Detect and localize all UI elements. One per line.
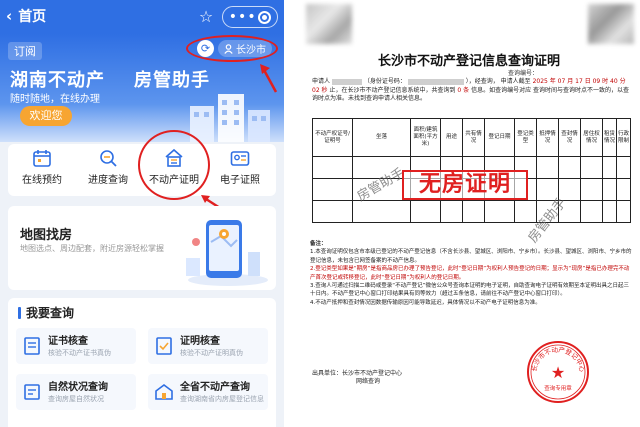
back-button[interactable]: ‹ 首页 <box>6 6 46 26</box>
col-header: 面积/建筑面积(平方米) <box>410 118 441 157</box>
quick-label: 电子证照 <box>220 175 260 186</box>
query-item-title: 全省不动产查询 <box>180 382 250 393</box>
no-house-stamp: 无房证明 <box>402 170 528 200</box>
banner-slogan: 随时随地，在线办理 <box>10 94 100 105</box>
note-item: 4.不动产抵押和查封情况因数据传输原因可能导致延迟，具体情况以不动产电子证明信息… <box>310 299 541 306</box>
annotation-circle-city <box>186 35 278 62</box>
blurred-qr-code <box>306 4 352 44</box>
mobile-app: ‹ 首页 ☆ ••• 订阅 ⟳ 长沙市 湖南不动产 房管助手 随时随地，在线办理… <box>0 0 284 427</box>
map-title: 地图找房 <box>20 228 73 243</box>
house-info-icon <box>24 384 40 400</box>
col-header: 抵押情况 <box>536 118 559 157</box>
redacted-id-number <box>407 78 464 85</box>
issuer-sub: 网络查询 <box>356 378 381 385</box>
quick-progress-query[interactable]: 进度查询 <box>76 144 140 196</box>
note-item: 1.本查询证明仅包含市本级已登记的不动产登记信息（不含长沙县、望城区、浏阳市、宁… <box>310 249 632 264</box>
seal-star: ★ <box>551 363 565 382</box>
issuing-org: 出具单位：长沙市不动产登记中心 网络查询 <box>312 370 402 386</box>
mini-program-capsule: ••• <box>222 6 278 28</box>
query-item-subtitle: 核验不动产证书真伪 <box>48 349 111 357</box>
record-count: 0 条 <box>457 86 470 94</box>
province-search-icon <box>155 384 173 400</box>
note-item: 2.登记类型如果是“期房”是指商品房已办理了预告登记，此时“登记日期”为权利人预… <box>310 266 630 281</box>
query-item-title: 证书核查 <box>48 336 88 347</box>
map-description: 地图选点、周边配套，附近房源轻松掌握 <box>20 244 164 253</box>
calendar-icon <box>33 150 51 167</box>
para-text: （身份证号码： <box>363 78 406 85</box>
welcome-button[interactable]: 欢迎您 <box>20 106 72 126</box>
chevron-left-icon: ‹ <box>6 6 13 25</box>
query-item-title: 自然状况查询 <box>48 382 108 393</box>
para-text: 信息。如查询编号对应 <box>471 86 532 94</box>
annotation-circle-certificate <box>138 130 210 200</box>
heading-accent-bar <box>18 306 21 319</box>
col-header: 居住权情况 <box>580 118 603 157</box>
col-header: 登记日期 <box>484 118 515 157</box>
table-row <box>312 200 631 223</box>
subscribe-tag[interactable]: 订阅 <box>8 42 42 60</box>
query-item-title: 证明核查 <box>180 336 220 347</box>
para-text: ），经查询， <box>465 78 499 85</box>
col-header: 用途 <box>440 118 463 157</box>
col-header: 不动产权证号/证明号 <box>312 118 353 157</box>
query-heading-text: 我要查询 <box>26 306 75 320</box>
query-item-subtitle: 查询房屋自然状况 <box>48 395 104 403</box>
query-province-property[interactable]: 全省不动产查询 查询湖南省内房屋登记信息 <box>148 374 268 410</box>
table-header-row: 不动产权证号/证明号 坐落 面积/建筑面积(平方米) 用途 共有情况 登记日期 … <box>312 118 631 157</box>
query-item-subtitle: 核验不动产证明真伪 <box>180 349 243 357</box>
query-proof-check[interactable]: 证明核查 核验不动产证明真伪 <box>148 328 268 364</box>
col-header: 共有情况 <box>462 118 485 157</box>
banner-title: 湖南不动产 <box>10 70 105 91</box>
note-item: 3.查询人可通过扫描二维码或登录“不动产登记”微信公众号查询本证明的电子证明，自… <box>310 283 629 298</box>
query-heading: 我要查询 <box>18 304 74 321</box>
quick-label: 在线预约 <box>22 175 62 186</box>
issuer-name: 长沙市不动产登记中心 <box>342 370 403 377</box>
query-natural-status[interactable]: 自然状况查询 查询房屋自然状况 <box>16 374 136 410</box>
progress-search-icon <box>100 150 117 167</box>
certificate-icon <box>24 337 40 355</box>
phone-map-illustration <box>186 220 268 286</box>
close-target-icon[interactable] <box>258 10 272 24</box>
notes-heading: 备注： <box>310 241 327 247</box>
redacted-name <box>331 78 362 85</box>
screenshot: ‹ 首页 ☆ ••• 订阅 ⟳ 长沙市 湖南不动产 房管助手 随时随地，在线办理… <box>0 0 640 427</box>
query-date: 2025 年 07 <box>532 78 566 85</box>
para-text: 申请人 <box>312 78 331 85</box>
certificate-document: 长沙市不动产登记信息查询证明 查询编号： 申请人 （身份证号码： ），经查询， … <box>298 0 640 427</box>
para-text: 申请人截至 <box>500 78 531 85</box>
app-header: ‹ 首页 ☆ ••• <box>0 0 284 34</box>
quick-e-license[interactable]: 电子证照 <box>208 144 272 196</box>
id-card-icon <box>230 151 250 166</box>
more-dots-icon[interactable]: ••• <box>229 10 257 24</box>
seal-bottom-text: 查询专用章 <box>544 384 572 392</box>
col-header: 登记类型 <box>514 118 537 157</box>
back-label: 首页 <box>18 9 47 25</box>
favorite-star-icon[interactable]: ☆ <box>196 7 216 27</box>
building-illustration <box>190 94 270 142</box>
col-header: 查封情况 <box>558 118 581 157</box>
col-header: 行政限制 <box>616 118 631 157</box>
query-item-subtitle: 查询湖南省内房屋登记信息 <box>180 395 264 403</box>
query-certificate-check[interactable]: 证书核查 核验不动产证书真伪 <box>16 328 136 364</box>
para-text: 止，在长沙市不动产登记信息系统中，共查询到 <box>329 86 456 94</box>
query-section: 我要查询 证书核查 核验不动产证书真伪 证明核查 核验不动产证明真伪 自然状况查… <box>8 298 276 427</box>
query-number-label: 查询编号： <box>508 70 539 77</box>
blurred-qr-code <box>588 4 634 44</box>
annotation-arrow-up-icon <box>260 64 278 93</box>
hero-banner: 订阅 ⟳ 长沙市 湖南不动产 房管助手 随时随地，在线办理 欢迎您 <box>0 34 284 142</box>
official-seal-icon: 长沙市不动产登记中心 ★ 查询专用章 <box>527 341 589 403</box>
document-title: 长沙市不动产登记信息查询证明 <box>377 54 560 69</box>
col-header: 坐落 <box>352 118 411 157</box>
col-header: 租赁情况 <box>602 118 617 157</box>
quick-label: 进度查询 <box>88 175 128 186</box>
document-notes: 备注： 1.本查询证明仅包含市本级已登记的不动产登记信息（不含长沙县、望城区、浏… <box>310 240 632 307</box>
document-check-icon <box>156 337 172 355</box>
quick-online-booking[interactable]: 在线预约 <box>10 144 74 196</box>
issuer-label: 出具单位： <box>312 370 343 377</box>
document-statement: 申请人 （身份证号码： ），经查询， 申请人截至 2025 年 07 月 17 … <box>312 78 630 104</box>
map-house-finder[interactable]: 地图找房 地图选点、周边配套，附近房源轻松掌握 <box>8 206 276 290</box>
